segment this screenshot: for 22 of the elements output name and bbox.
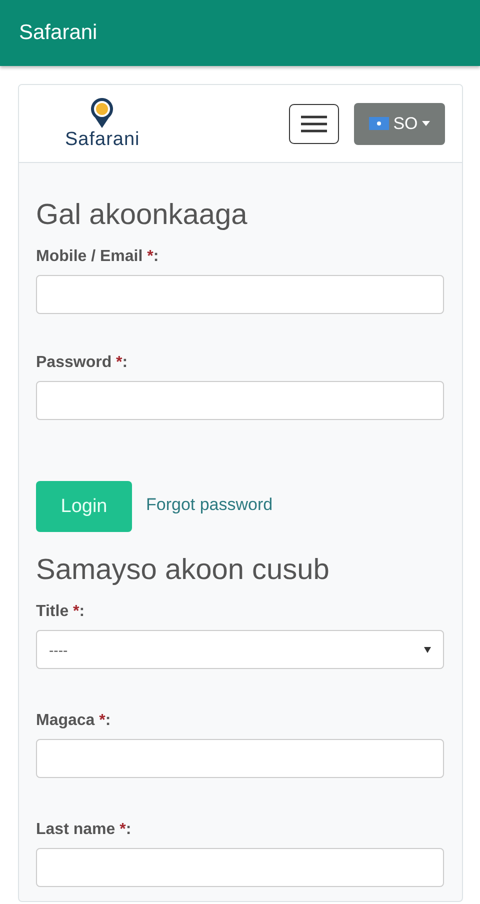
input-field[interactable] — [36, 275, 444, 314]
input-field[interactable] — [36, 381, 444, 420]
field-label: Last name *: — [36, 821, 132, 839]
logo-text: Safarani — [65, 128, 140, 150]
select-field[interactable]: ---- — [36, 630, 444, 669]
field-label: Title *: — [36, 603, 86, 621]
app-title: Safarani — [19, 21, 98, 45]
section-heading: Samayso akoon cusub — [36, 554, 330, 587]
caret-icon — [422, 121, 430, 126]
language-button[interactable]: SO — [354, 102, 445, 144]
input-field[interactable] — [36, 739, 444, 778]
field-label: Password *: — [36, 354, 129, 372]
menu-icon — [301, 114, 327, 132]
flag-icon — [369, 117, 390, 130]
section-heading: Gal akoonkaaga — [36, 199, 248, 232]
caret-icon — [424, 646, 431, 652]
menu-button[interactable] — [289, 104, 339, 144]
forgot-password-link[interactable]: Forgot password — [146, 494, 273, 514]
location-pin-icon — [89, 96, 116, 128]
field-label: Mobile / Email *: — [36, 248, 160, 266]
field-label: Magaca *: — [36, 712, 112, 730]
input-field[interactable] — [36, 848, 444, 887]
